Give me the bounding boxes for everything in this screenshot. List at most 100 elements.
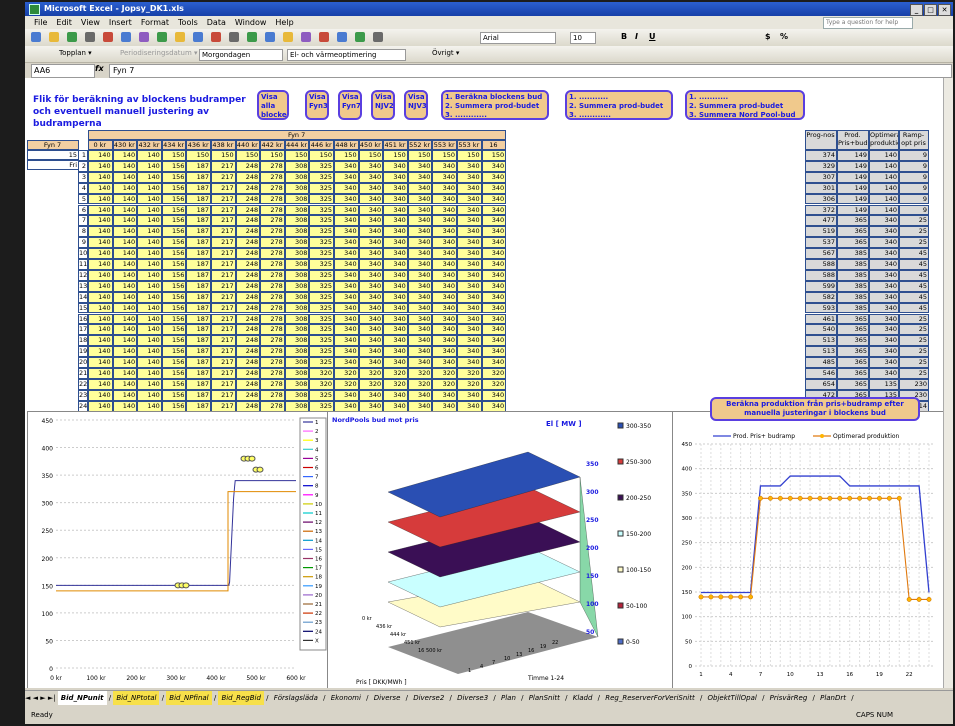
summary-cell[interactable]: 540: [805, 324, 837, 336]
sheet-tab[interactable]: Bid_NPunit: [57, 691, 107, 705]
toolbar-icon-12[interactable]: [229, 32, 239, 42]
summary-cell[interactable]: 25: [899, 324, 929, 336]
bid-cell[interactable]: 278: [260, 237, 285, 249]
bid-cell[interactable]: 140: [88, 368, 113, 379]
bid-cell[interactable]: 340: [407, 248, 433, 259]
bid-cell[interactable]: 340: [407, 400, 433, 412]
bid-cell[interactable]: 278: [260, 291, 285, 303]
bid-cell[interactable]: 140: [112, 226, 138, 238]
bid-cell[interactable]: 340: [481, 248, 507, 259]
bid-cell[interactable]: 308: [284, 193, 310, 205]
bid-cell[interactable]: 340: [358, 259, 384, 270]
sheet-tab[interactable]: Bid_NPtotal: [113, 691, 160, 705]
bid-cell[interactable]: 217: [211, 182, 236, 194]
price-header-10[interactable]: 448 kr: [334, 140, 359, 150]
bid-cell[interactable]: 340: [407, 324, 433, 336]
bid-cell[interactable]: 340: [334, 248, 359, 259]
bid-cell[interactable]: 140: [88, 259, 113, 270]
bid-cell[interactable]: 340: [481, 237, 507, 249]
bid-cell[interactable]: 248: [235, 335, 261, 347]
bid-cell[interactable]: 340: [383, 357, 408, 368]
bid-cell[interactable]: 340: [432, 204, 457, 216]
bid-cell[interactable]: 308: [284, 400, 310, 412]
bid-cell[interactable]: 325: [309, 171, 334, 183]
bid-cell[interactable]: 320: [334, 368, 359, 379]
toolbar-icon-13[interactable]: [247, 32, 257, 42]
bid-cell[interactable]: 278: [260, 389, 285, 401]
bid-cell[interactable]: 340: [432, 280, 457, 292]
bid-cell[interactable]: 340: [457, 346, 482, 358]
bid-cell[interactable]: 217: [211, 313, 236, 325]
bid-cell[interactable]: 140: [137, 193, 162, 205]
bid-cell[interactable]: 340: [481, 269, 507, 281]
bid-cell[interactable]: 248: [235, 346, 261, 358]
bid-cell[interactable]: 187: [186, 160, 211, 172]
row-number[interactable]: 23: [78, 389, 88, 401]
currency-button[interactable]: $: [765, 32, 771, 41]
bid-cell[interactable]: 217: [211, 346, 236, 358]
bid-cell[interactable]: 156: [161, 280, 187, 292]
selector-cell-value[interactable]: 15: [27, 150, 79, 160]
summary-cell[interactable]: 365: [837, 368, 869, 379]
summary-cell[interactable]: 230: [899, 378, 929, 390]
price-header-0[interactable]: 0 kr: [88, 140, 113, 150]
nordpool-3d-chart[interactable]: NordPools bud mot pris El [ MW ] 50 100 150 2…: [327, 411, 674, 688]
bid-cell[interactable]: 308: [284, 313, 310, 325]
font-select[interactable]: Arial: [480, 32, 556, 44]
bid-cell[interactable]: 340: [407, 237, 433, 249]
bid-cell[interactable]: 325: [309, 160, 334, 172]
bid-cell[interactable]: 340: [457, 237, 482, 249]
minimize-button[interactable]: _: [910, 4, 923, 16]
bid-cell[interactable]: 308: [284, 291, 310, 303]
summary-cell[interactable]: 307: [805, 171, 837, 183]
bid-cell[interactable]: 340: [481, 226, 507, 238]
bid-cell[interactable]: 340: [358, 346, 384, 358]
toolbar-icon-8[interactable]: [157, 32, 167, 42]
summary-cell[interactable]: 567: [805, 248, 837, 259]
summary-cell[interactable]: 588: [805, 269, 837, 281]
help-search-input[interactable]: Type a question for help: [823, 17, 913, 29]
bid-cell[interactable]: 340: [432, 302, 457, 314]
bid-cell[interactable]: 340: [432, 346, 457, 358]
row-number[interactable]: 17: [78, 324, 88, 336]
bid-cell[interactable]: 140: [137, 335, 162, 347]
bid-cell[interactable]: 217: [211, 335, 236, 347]
bid-cell[interactable]: 140: [112, 193, 138, 205]
bid-cell[interactable]: 340: [457, 357, 482, 368]
bid-cell[interactable]: 340: [383, 335, 408, 347]
bid-cell[interactable]: 340: [481, 346, 507, 358]
bid-cell[interactable]: 278: [260, 313, 285, 325]
summary-cell[interactable]: 45: [899, 302, 929, 314]
bid-cell[interactable]: 140: [137, 150, 162, 161]
bid-cell[interactable]: 340: [457, 226, 482, 238]
bid-cell[interactable]: 187: [186, 171, 211, 183]
bid-cell[interactable]: 140: [88, 226, 113, 238]
bid-cell[interactable]: 340: [407, 346, 433, 358]
bid-cell[interactable]: 340: [407, 280, 433, 292]
sheet-tab[interactable]: Ekonomi: [328, 691, 364, 705]
bid-cell[interactable]: 217: [211, 160, 236, 172]
production-chart[interactable]: Prod. Pris+ budramp Optimerad produktion 0…: [672, 411, 943, 688]
bid-cell[interactable]: 140: [137, 302, 162, 314]
bid-cell[interactable]: 278: [260, 269, 285, 281]
bid-cell[interactable]: 340: [407, 226, 433, 238]
bid-cell[interactable]: 150: [407, 150, 433, 161]
bid-cell[interactable]: 187: [186, 346, 211, 358]
bid-cell[interactable]: 340: [457, 204, 482, 216]
bid-cell[interactable]: 340: [383, 324, 408, 336]
summary-cell[interactable]: 340: [869, 259, 899, 270]
price-header-7[interactable]: 442 kr: [260, 140, 285, 150]
bid-cell[interactable]: 140: [88, 302, 113, 314]
day-dropdown[interactable]: Morgondagen: [199, 49, 283, 61]
bid-cell[interactable]: 340: [481, 204, 507, 216]
bid-cell[interactable]: 340: [481, 302, 507, 314]
bid-cell[interactable]: 217: [211, 193, 236, 205]
bid-cell[interactable]: 156: [161, 269, 187, 281]
bid-cell[interactable]: 150: [186, 150, 211, 161]
sheet-tab[interactable]: Plan: [498, 691, 519, 705]
row-number[interactable]: 16: [78, 313, 88, 325]
bid-cell[interactable]: 278: [260, 215, 285, 227]
bid-cell[interactable]: 217: [211, 248, 236, 259]
bid-cell[interactable]: 340: [432, 226, 457, 238]
bid-cell[interactable]: 187: [186, 324, 211, 336]
